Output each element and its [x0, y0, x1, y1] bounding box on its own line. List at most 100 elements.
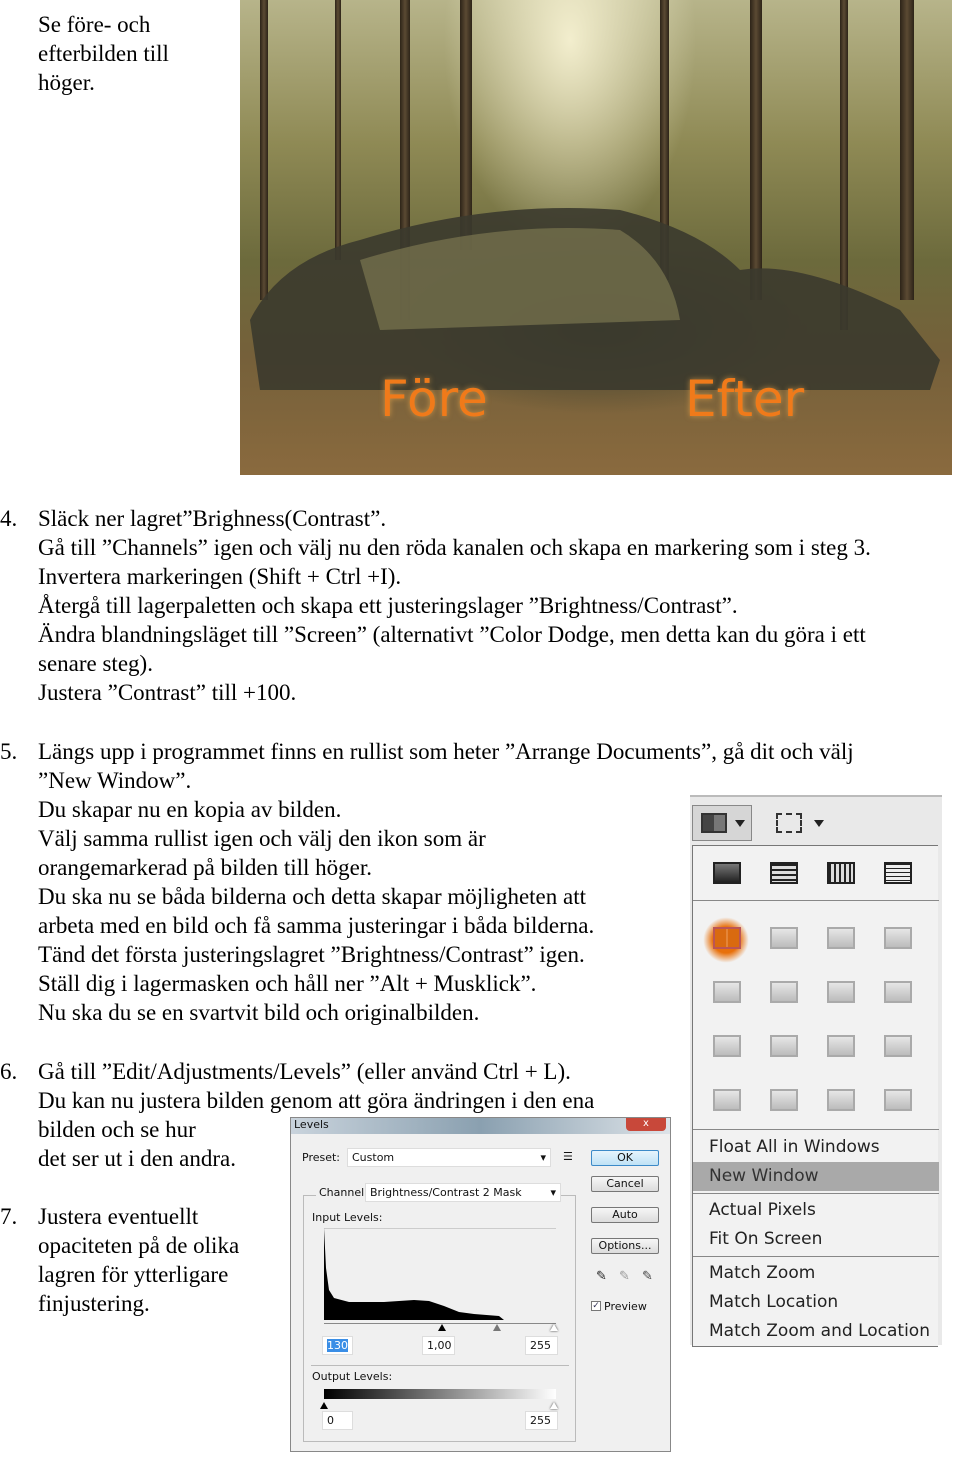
- step-line: bilden och se hur: [38, 1117, 196, 1142]
- ok-button[interactable]: OK: [591, 1150, 659, 1166]
- step-line: Invertera markeringen (Shift + Ctrl +I).: [38, 564, 402, 589]
- six-up-icon[interactable]: [713, 1089, 741, 1111]
- step-number: 6.: [0, 1059, 18, 1084]
- consolidate-all-icon[interactable]: [713, 862, 741, 884]
- three-up-icon[interactable]: [827, 927, 855, 949]
- gray-eyedropper-icon[interactable]: ✎: [619, 1269, 630, 1284]
- four-up-alt-icon[interactable]: [884, 981, 912, 1003]
- preset-label: Preset:: [302, 1151, 341, 1164]
- three-up-alt-icon[interactable]: [884, 927, 912, 949]
- input-black-field[interactable]: 130: [322, 1336, 353, 1355]
- output-white-field[interactable]: 255: [525, 1411, 558, 1430]
- preset-options-icon[interactable]: ☰: [563, 1150, 573, 1163]
- three-up-vertical-icon[interactable]: [713, 981, 741, 1003]
- preset-value: Custom: [352, 1151, 395, 1164]
- channel-value: Brightness/Contrast 2 Mask: [370, 1186, 522, 1199]
- output-black-handle[interactable]: [320, 1402, 328, 1409]
- five-up-vertical-icon[interactable]: [770, 1035, 798, 1057]
- output-black-field[interactable]: 0: [322, 1411, 353, 1430]
- label-before: Före: [380, 370, 488, 428]
- label-after: Efter: [685, 370, 805, 428]
- input-black-value: 130: [327, 1339, 348, 1352]
- chevron-down-icon: ▾: [540, 1151, 546, 1164]
- step-line: Du skapar nu en kopia av bilden.: [38, 797, 342, 822]
- step-line: senare steg).: [38, 651, 153, 676]
- output-white-handle[interactable]: [550, 1402, 558, 1409]
- menu-item-actual-pixels[interactable]: Actual Pixels: [693, 1196, 939, 1225]
- six-up-mixed-icon[interactable]: [884, 1089, 912, 1111]
- auto-button[interactable]: Auto: [591, 1207, 659, 1223]
- levels-dialog: Levels x Preset: Custom ▾ ☰ Channel: Bri…: [290, 1117, 671, 1452]
- chevron-down-icon: ▾: [550, 1186, 556, 1199]
- step-line: Återgå till lagerpaletten och skapa ett …: [38, 593, 738, 618]
- step-line: Tänd det första justeringslagret ”Bright…: [38, 942, 585, 967]
- menu-item-new-window[interactable]: New Window: [693, 1162, 939, 1191]
- step-line: Ställ dig i lagermasken och håll ner ”Al…: [38, 971, 537, 996]
- five-up-horizontal-icon[interactable]: [827, 1035, 855, 1057]
- car-wreck: [250, 208, 940, 390]
- output-levels-label: Output Levels:: [312, 1370, 393, 1383]
- step-line: Du ska nu se båda bilderna och detta ska…: [38, 884, 586, 909]
- black-eyedropper-icon[interactable]: ✎: [596, 1269, 607, 1284]
- black-point-slider-handle[interactable]: [493, 1324, 501, 1331]
- four-up-vertical-icon[interactable]: [713, 1035, 741, 1057]
- input-levels-label: Input Levels:: [312, 1211, 383, 1224]
- preview-label: Preview: [604, 1300, 647, 1313]
- channel-select[interactable]: Brightness/Contrast 2 Mask ▾: [365, 1183, 561, 1202]
- step-line: Ändra blandningsläget till ”Screen” (alt…: [38, 622, 866, 647]
- two-up-vertical-icon[interactable]: [713, 927, 741, 949]
- step-number: 4.: [0, 506, 18, 531]
- two-up-horizontal-icon[interactable]: [770, 927, 798, 949]
- five-up-alt-icon[interactable]: [884, 1035, 912, 1057]
- step-line: det ser ut i den andra.: [38, 1146, 236, 1171]
- step-line: Du kan nu justera bilden genom att göra …: [38, 1088, 595, 1113]
- cancel-button[interactable]: Cancel: [591, 1176, 659, 1192]
- step-line: Gå till ”Edit/Adjustments/Levels” (eller…: [38, 1059, 571, 1084]
- step-line: finjustering.: [38, 1291, 150, 1316]
- intro-line: Se före- och: [38, 12, 151, 37]
- dialog-title: Levels: [291, 1118, 670, 1134]
- menu-item-match-location[interactable]: Match Location: [693, 1288, 939, 1317]
- six-up-alt-icon[interactable]: [770, 1089, 798, 1111]
- step-line: ”New Window”.: [38, 768, 192, 793]
- six-up-grid-icon[interactable]: [827, 1089, 855, 1111]
- intro-line: höger.: [38, 70, 95, 95]
- step-line: orangemarkerad på bilden till höger.: [38, 855, 373, 880]
- midtone-slider-handle[interactable]: [438, 1324, 446, 1331]
- three-up-horizontal-icon[interactable]: [770, 981, 798, 1003]
- step-line: lagren för ytterligare: [38, 1262, 229, 1287]
- arrange-menu: Float All in Windows New Window Actual P…: [692, 845, 939, 1347]
- output-gradient: [324, 1389, 556, 1399]
- step-line: Justera eventuellt: [38, 1204, 199, 1229]
- chevron-down-icon: [814, 820, 824, 827]
- preview-checkbox[interactable]: ✓: [591, 1301, 601, 1311]
- options-button[interactable]: Options...: [591, 1238, 659, 1254]
- close-button[interactable]: x: [626, 1118, 666, 1131]
- tile-horizontal-icon[interactable]: [884, 862, 912, 884]
- four-up-icon[interactable]: [827, 981, 855, 1003]
- chevron-down-icon: [735, 820, 745, 827]
- intro-line: efterbilden till: [38, 41, 169, 66]
- step-line: Nu ska du se en svartvit bild och origin…: [38, 1000, 480, 1025]
- input-gamma-field[interactable]: 1,00: [422, 1336, 455, 1355]
- step-number: 5.: [0, 739, 18, 764]
- histogram: [324, 1228, 556, 1320]
- tile-vertical-icon[interactable]: [827, 862, 855, 884]
- menu-item-fit-on-screen[interactable]: Fit On Screen: [693, 1225, 939, 1254]
- screen-mode-icon[interactable]: [776, 813, 802, 833]
- tile-grid-icon[interactable]: [770, 862, 798, 884]
- step-line: opaciteten på de olika: [38, 1233, 240, 1258]
- step-line: Släck ner lagret”Brighness(Contrast”.: [38, 506, 387, 531]
- arrange-documents-screenshot: Float All in Windows New Window Actual P…: [690, 795, 942, 1347]
- input-white-field[interactable]: 255: [525, 1336, 558, 1355]
- channel-label: Channel:: [316, 1186, 371, 1199]
- arrange-documents-button[interactable]: [692, 805, 752, 841]
- menu-item-match-zoom-and-location[interactable]: Match Zoom and Location: [693, 1317, 939, 1346]
- menu-item-float-all[interactable]: Float All in Windows: [693, 1133, 939, 1162]
- step-line: Välj samma rullist igen och välj den iko…: [38, 826, 486, 851]
- step-line: Gå till ”Channels” igen och välj nu den …: [38, 535, 871, 560]
- menu-item-match-zoom[interactable]: Match Zoom: [693, 1259, 939, 1288]
- white-eyedropper-icon[interactable]: ✎: [642, 1269, 653, 1284]
- preset-select[interactable]: Custom ▾: [347, 1148, 551, 1167]
- white-point-slider-handle[interactable]: [550, 1324, 558, 1331]
